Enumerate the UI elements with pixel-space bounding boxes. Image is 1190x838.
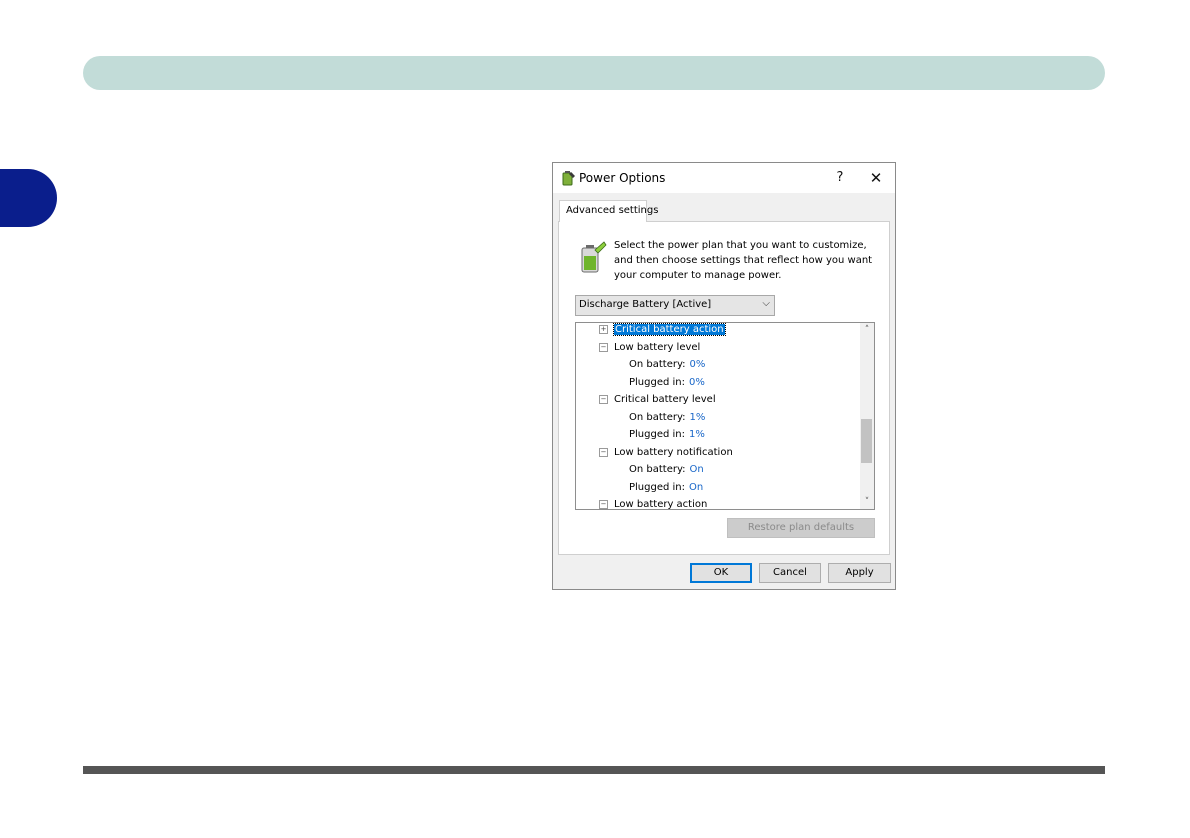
dialog-title: Power Options [579,171,666,185]
battery-icon [581,241,607,273]
tree-item-plugged-in[interactable]: Plugged in: 1% [629,429,705,446]
tree-item-low-battery-level[interactable]: − Low battery level [599,342,700,359]
ok-button[interactable]: OK [690,563,752,583]
chapter-tab [0,169,57,227]
tree-item-label: Critical battery level [614,394,716,405]
vertical-scrollbar[interactable]: ˄ ˅ [860,323,874,509]
scrollbar-thumb[interactable] [861,419,872,463]
apply-button[interactable]: Apply [828,563,891,583]
help-button[interactable]: ? [829,167,851,189]
setting-value[interactable]: On [690,464,704,475]
power-options-icon [562,171,575,186]
setting-value[interactable]: 0% [689,377,705,388]
tree-item-label: Low battery notification [614,447,733,458]
tree-item-low-battery-action[interactable]: − Low battery action [599,499,708,510]
close-button[interactable]: ✕ [865,167,887,189]
tree-item-low-battery-notification[interactable]: − Low battery notification [599,447,733,464]
setting-label: Plugged in: [629,377,686,388]
cancel-button[interactable]: Cancel [759,563,821,583]
tree-item-critical-battery-action[interactable]: + Critical battery action [599,323,726,341]
collapse-icon[interactable]: − [599,342,608,352]
tree-item-on-battery[interactable]: On battery: On [629,464,704,481]
tree-item-on-battery[interactable]: On battery: 0% [629,359,705,376]
tree-item-on-battery[interactable]: On battery: 1% [629,412,705,429]
tree-item-plugged-in[interactable]: Plugged in: On [629,482,703,499]
collapse-icon[interactable]: − [599,394,608,404]
tab-label: Advanced settings [566,205,659,216]
setting-label: On battery: [629,359,686,370]
setting-label: Plugged in: [629,482,686,493]
tree-item-label: Critical battery action [613,323,726,336]
settings-tree[interactable]: + Critical battery action − Low battery le… [575,322,875,510]
setting-label: On battery: [629,464,686,475]
expand-icon[interactable]: + [599,324,608,334]
power-plan-value: Discharge Battery [Active] [579,299,712,310]
power-plan-select[interactable]: Discharge Battery [Active] ⌵ [575,295,775,316]
tab-advanced-settings[interactable]: Advanced settings [559,200,658,222]
chevron-up-icon[interactable]: ˄ [860,323,874,337]
advanced-settings-panel: Select the power plan that you want to c… [558,221,890,555]
chevron-down-icon[interactable]: ˅ [860,495,874,509]
power-options-dialog: Power Options ? ✕ Advanced settings Sele… [552,162,896,590]
setting-label: Plugged in: [629,429,686,440]
collapse-icon[interactable]: − [599,447,608,457]
tree-item-critical-battery-level[interactable]: − Critical battery level [599,394,716,411]
footer-rule [83,766,1105,774]
setting-value[interactable]: 1% [689,429,705,440]
chevron-down-icon: ⌵ [762,298,770,309]
setting-label: On battery: [629,412,686,423]
setting-value[interactable]: 1% [690,412,706,423]
setting-value[interactable]: On [689,482,703,493]
tree-item-label: Low battery action [614,499,708,510]
tree-item-label: Low battery level [614,342,701,353]
restore-plan-defaults-button[interactable]: Restore plan defaults [727,518,875,538]
setting-value[interactable]: 0% [690,359,706,370]
collapse-icon[interactable]: − [599,499,608,509]
page-header-bar [83,56,1105,90]
title-bar: Power Options ? ✕ [553,163,895,193]
description-text: Select the power plan that you want to c… [614,240,873,281]
tree-item-plugged-in[interactable]: Plugged in: 0% [629,377,705,394]
